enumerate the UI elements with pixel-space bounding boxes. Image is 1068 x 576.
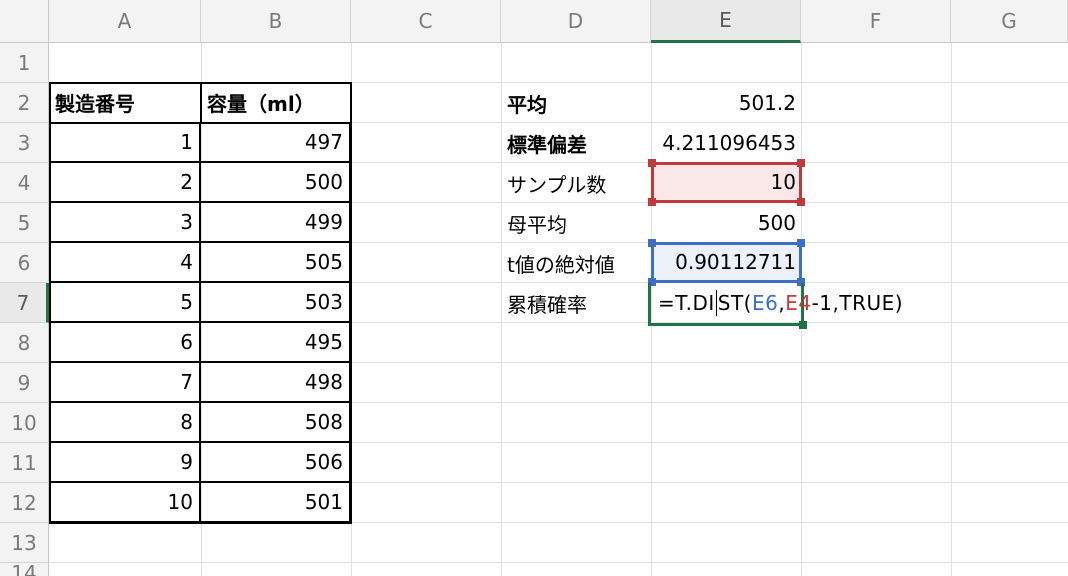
- row-header-12[interactable]: 12: [0, 483, 49, 523]
- formula-edit-text[interactable]: =T.DI ST(E6, E4 -1,TRUE): [658, 283, 903, 323]
- row-header-3[interactable]: 3: [0, 123, 49, 163]
- sample-count-value: 10: [770, 170, 796, 194]
- table-row-id[interactable]: 6: [49, 322, 201, 363]
- formula-comma: ,: [778, 291, 786, 315]
- row-header-11[interactable]: 11: [0, 443, 49, 483]
- table-header-volume: 容量（ml）: [207, 91, 315, 116]
- select-all-corner[interactable]: [0, 0, 49, 43]
- row-header-10[interactable]: 10: [0, 403, 49, 443]
- cell-E6[interactable]: 0.90112711: [651, 242, 802, 282]
- stat-label[interactable]: 平均: [501, 83, 651, 123]
- cell-E4[interactable]: 10: [651, 162, 802, 202]
- grid-row-line: [49, 562, 1068, 563]
- formula-ref-E6[interactable]: E6: [752, 291, 778, 315]
- row-header-5[interactable]: 5: [0, 203, 49, 243]
- table-row-id[interactable]: 5: [49, 282, 201, 323]
- stat-value[interactable]: 4.211096453: [651, 123, 802, 163]
- cell-A2[interactable]: 製造番号: [49, 82, 201, 122]
- column-header-2[interactable]: B: [201, 0, 351, 43]
- row-header-7[interactable]: 7: [0, 283, 49, 323]
- stat-value[interactable]: 501.2: [651, 83, 802, 123]
- table-row-volume[interactable]: 495: [201, 322, 351, 363]
- stat-label[interactable]: 累積確率: [501, 283, 651, 323]
- table-row-volume[interactable]: 499: [201, 202, 351, 243]
- table-row-id[interactable]: 9: [49, 442, 201, 483]
- formula-middle: ST(: [717, 291, 752, 315]
- row-header-9[interactable]: 9: [0, 363, 49, 403]
- formula-suffix: -1,TRUE): [811, 291, 904, 315]
- column-header-3[interactable]: C: [351, 0, 501, 43]
- table-row-volume[interactable]: 506: [201, 442, 351, 483]
- table-row-volume[interactable]: 503: [201, 282, 351, 323]
- row-header-13[interactable]: 13: [0, 523, 49, 563]
- table-row-volume[interactable]: 508: [201, 402, 351, 443]
- t-value-abs-value: 0.90112711: [675, 250, 796, 274]
- table-row-id[interactable]: 3: [49, 202, 201, 243]
- table-row-id[interactable]: 7: [49, 362, 201, 403]
- row-header-4[interactable]: 4: [0, 163, 49, 203]
- table-row-volume[interactable]: 498: [201, 362, 351, 403]
- table-row-id[interactable]: 10: [49, 482, 201, 523]
- table-row-id[interactable]: 4: [49, 242, 201, 283]
- table-row-id[interactable]: 2: [49, 162, 201, 203]
- column-header-6[interactable]: F: [801, 0, 951, 43]
- table-row-volume[interactable]: 497: [201, 122, 351, 163]
- column-header-5[interactable]: E: [651, 0, 801, 43]
- row-header-2[interactable]: 2: [0, 83, 49, 123]
- cell-B2[interactable]: 容量（ml）: [201, 82, 351, 122]
- table-row-volume[interactable]: 505: [201, 242, 351, 283]
- stat-label[interactable]: 標準偏差: [501, 123, 651, 163]
- formula-prefix: =T.DI: [658, 291, 715, 315]
- row-header-1[interactable]: 1: [0, 43, 49, 83]
- spreadsheet[interactable]: ABCDEFG 1 2 3 4 5 6 7 8 9 10 11 12 13 14 製造番号 容量（ml） …: [0, 0, 1068, 576]
- row-header-6[interactable]: 6: [0, 243, 49, 283]
- column-header-7[interactable]: G: [951, 0, 1068, 43]
- row-header-14[interactable]: 14: [0, 561, 49, 576]
- table-row-volume[interactable]: 500: [201, 162, 351, 203]
- formula-ref-E4[interactable]: E4: [785, 291, 811, 315]
- table-row-volume[interactable]: 501: [201, 482, 351, 523]
- table-row-id[interactable]: 1: [49, 122, 201, 163]
- column-header-1[interactable]: A: [49, 0, 201, 43]
- text-caret: [715, 290, 717, 316]
- stat-label[interactable]: サンプル数: [501, 163, 651, 203]
- table-header-id: 製造番号: [55, 91, 135, 116]
- table-row-id[interactable]: 8: [49, 402, 201, 443]
- column-header-4[interactable]: D: [501, 0, 651, 43]
- table-header-divider: [200, 82, 202, 124]
- stat-label[interactable]: t値の絶対値: [501, 243, 651, 283]
- stat-label[interactable]: 母平均: [501, 203, 651, 243]
- row-header-8[interactable]: 8: [0, 323, 49, 363]
- stat-value[interactable]: 500: [651, 203, 802, 243]
